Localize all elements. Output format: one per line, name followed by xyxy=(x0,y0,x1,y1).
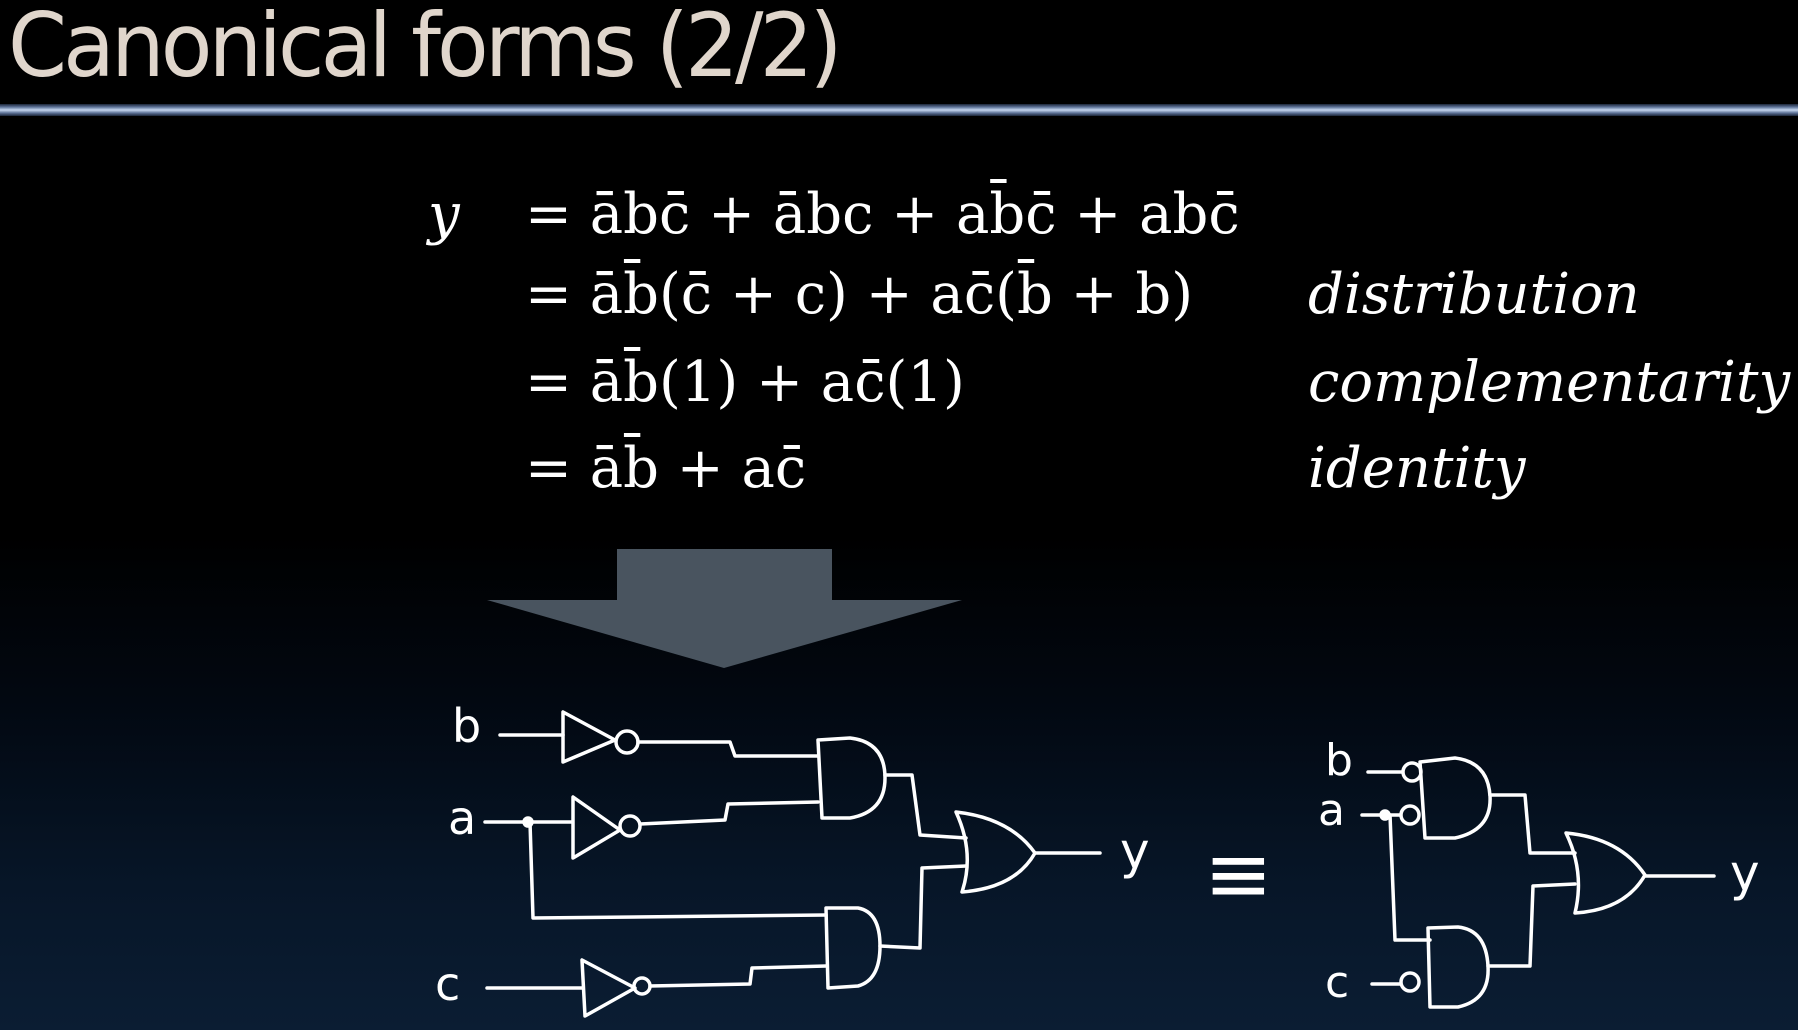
not-gate-b xyxy=(561,710,617,764)
left-input-a: a xyxy=(448,791,476,845)
right-input-a: a xyxy=(1318,785,1345,836)
logic-circuits: b a c y ≡ b a c y xyxy=(435,699,1760,1018)
not-gate-a xyxy=(571,795,622,860)
and-gate-2 xyxy=(824,906,882,990)
r-junction-a xyxy=(1379,809,1391,821)
r-or-gate xyxy=(1564,831,1647,915)
r-bubble-b xyxy=(1401,761,1423,783)
wire-notc xyxy=(648,964,828,988)
not-bubble-c xyxy=(632,976,652,996)
or-gate xyxy=(954,810,1037,894)
right-input-c: c xyxy=(1325,957,1349,1008)
left-input-b: b xyxy=(452,699,481,753)
left-output-y: y xyxy=(1120,822,1150,880)
left-input-c: c xyxy=(435,957,460,1011)
r-wire-and1-or xyxy=(1488,793,1577,855)
not-bubble-a xyxy=(618,814,642,838)
r-and-gate-2 xyxy=(1426,925,1490,1009)
not-gate-c xyxy=(580,958,637,1018)
and-gate-1 xyxy=(816,736,887,820)
equivalence-symbol: ≡ xyxy=(1204,827,1273,922)
r-wire-and2-or xyxy=(1486,882,1577,968)
circuit-right: b a c y xyxy=(1318,735,1760,1009)
right-input-b: b xyxy=(1325,735,1353,786)
r-bubble-a xyxy=(1399,804,1421,826)
wire-and2-or xyxy=(878,864,968,950)
wire-nota xyxy=(638,800,820,826)
right-output-y: y xyxy=(1730,844,1760,902)
r-bubble-c xyxy=(1399,971,1421,993)
wire-and1-or xyxy=(883,773,968,840)
r-and-gate-1 xyxy=(1418,756,1492,840)
wire-notb xyxy=(636,740,820,758)
not-bubble-b xyxy=(614,729,640,755)
circuit-left: b a c y xyxy=(435,699,1150,1018)
